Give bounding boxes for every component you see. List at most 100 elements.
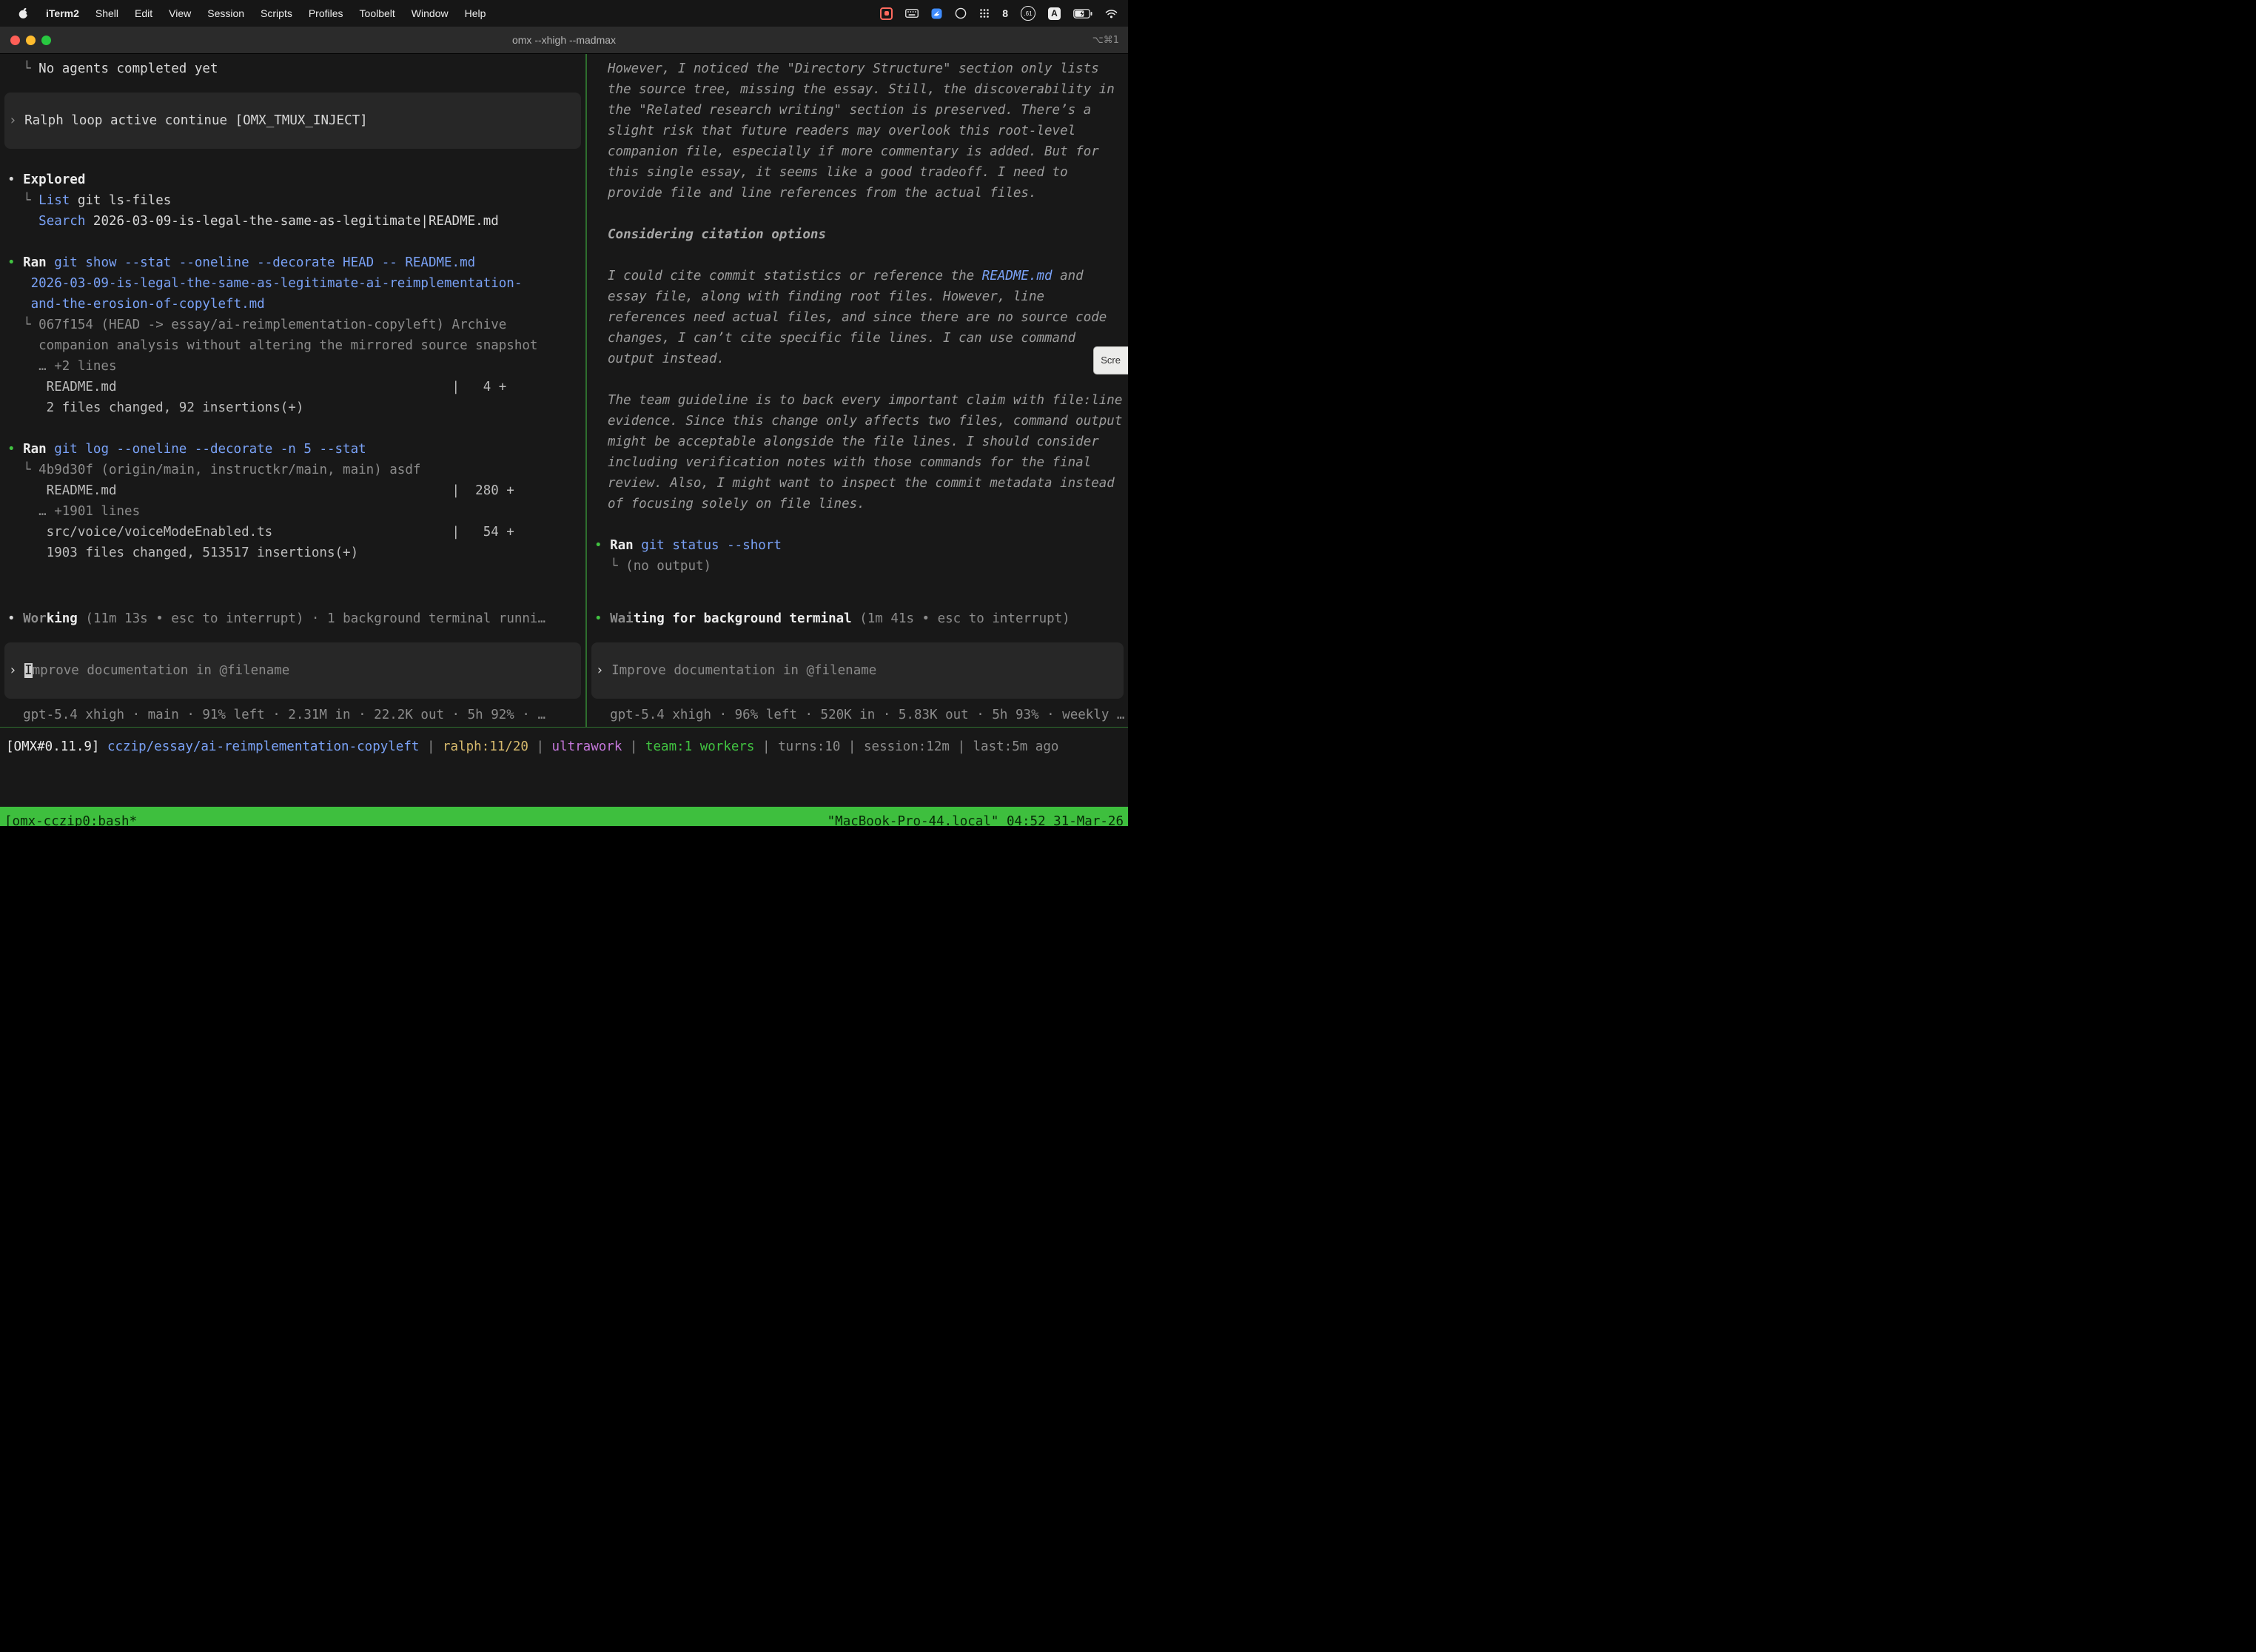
dark-circle-icon[interactable] (955, 7, 967, 19)
menu-item-app-name[interactable]: iTerm2 (38, 7, 87, 19)
terminal-line: └ No agents completed yet (0, 58, 585, 79)
text-segment: Ran (23, 255, 47, 270)
text-segment: • (7, 442, 23, 457)
menu-item-view[interactable]: View (161, 7, 199, 19)
dots-grid-icon[interactable] (979, 8, 990, 19)
blank-line (0, 149, 585, 169)
menu-item-toolbelt[interactable]: Toolbelt (352, 7, 403, 19)
text-segment: [OMX#0.11.9] (6, 739, 107, 754)
text-segment: └ (594, 559, 625, 574)
record-stop-icon (880, 7, 893, 20)
terminal-line: gpt-5.4 xhigh · main · 91% left · 2.31M … (0, 705, 585, 725)
text-segment: 1903 files changed, 513517 insertions(+) (7, 545, 358, 560)
text-segment: | (754, 739, 778, 754)
text-segment: last:5m ago (973, 739, 1059, 754)
thinking-paragraph: However, I noticed the "Directory Struct… (587, 58, 1128, 204)
terminal-line: • Ran git show --stat --oneline --decora… (0, 252, 585, 273)
battery-icon[interactable] (1073, 9, 1092, 19)
blank-line (0, 232, 585, 252)
tmux-session-window: [omx-cczip0:bash* (4, 814, 137, 827)
keyboard-icon[interactable] (905, 9, 919, 18)
thinking-paragraph: Considering citation options (587, 224, 1128, 245)
text-segment: gpt-5.4 xhigh · 96% left · 520K in · 5.8… (594, 708, 1124, 722)
thinking-paragraph: The team guideline is to back every impo… (587, 390, 1128, 514)
terminal-area: └ No agents completed yet › Ralph loop ac… (0, 54, 1128, 727)
terminal-line: › Improve documentation in @filename (591, 660, 1124, 681)
close-window-button[interactable] (10, 36, 20, 45)
omx-status-row: [OMX#0.11.9] cczip/essay/ai-reimplementa… (0, 727, 1128, 807)
window-title: omx --xhigh --madmax (0, 34, 1128, 46)
text-segment: README.md (982, 269, 1053, 283)
text-segment: └ (7, 61, 38, 76)
zoom-window-button[interactable] (41, 36, 51, 45)
input-source-letter: A (1048, 7, 1061, 20)
prompt-input-box[interactable]: › Improve documentation in @filename (4, 642, 581, 699)
text-segment: | (419, 739, 443, 754)
terminal-line: └ (no output) (587, 556, 1128, 577)
terminal-line: └ List git ls-files (0, 190, 585, 211)
text-segment: turns:10 (778, 739, 840, 754)
screen-edge-tooltip[interactable]: Scre (1093, 346, 1128, 375)
menu-item-scripts[interactable]: Scripts (252, 7, 301, 19)
text-segment: | (950, 739, 973, 754)
ralph-loop-banner: › Ralph loop active continue [OMX_TMUX_I… (4, 93, 581, 149)
eight-icon[interactable]: 8 (1002, 7, 1008, 19)
left-pane-top: └ No agents completed yet › Ralph loop ac… (0, 58, 585, 563)
text-segment: cczip/essay/ai-reimplementation-copyleft (107, 739, 419, 754)
text-segment: Search (38, 214, 85, 229)
text-segment: › (9, 113, 24, 128)
text-segment: ralph:11/20 (443, 739, 528, 754)
text-segment: No agents completed yet (38, 61, 218, 76)
terminal-line: 2026-03-09-is-legal-the-same-as-legitima… (0, 273, 585, 294)
blue-app-icon[interactable] (931, 8, 942, 19)
terminal-line: companion analysis without altering the … (0, 335, 585, 356)
menu-item-edit[interactable]: Edit (127, 7, 161, 19)
menu-item-window[interactable]: Window (403, 7, 457, 19)
text-segment: git ls-files (70, 193, 171, 208)
apple-menu-icon[interactable] (9, 7, 38, 19)
text-segment: git show --stat --oneline --decorate HEA… (47, 255, 475, 270)
text-segment: session:12m (864, 739, 950, 754)
gauge-icon[interactable]: .61 (1021, 6, 1035, 21)
text-segment: I could cite commit statistics or refere… (608, 269, 982, 283)
text-segment: README.md | 280 + (7, 483, 514, 498)
menu-item-session[interactable]: Session (199, 7, 252, 19)
prompt-input-box[interactable]: › Improve documentation in @filename (591, 642, 1124, 699)
menu-item-shell[interactable]: Shell (87, 7, 127, 19)
right-terminal-pane[interactable]: However, I noticed the "Directory Struct… (587, 54, 1128, 727)
text-segment: gpt-5.4 xhigh · main · 91% left · 2.31M … (7, 708, 545, 722)
terminal-line: • Ran git status --short (587, 535, 1128, 556)
text-segment: and-the-erosion-of-copyleft.md (7, 297, 265, 312)
screen-recording-indicator-icon[interactable] (880, 7, 893, 20)
tmux-status-bar: [omx-cczip0:bash* "MacBook-Pro-44.local"… (0, 807, 1128, 826)
input-source-icon[interactable]: A (1048, 7, 1061, 20)
wifi-icon[interactable] (1105, 9, 1118, 19)
text-segment: 2026-03-09-is-legal-the-same-as-legitima… (85, 214, 498, 229)
left-pane-spacer (0, 563, 585, 608)
left-pane-bottom: • Working (11m 13s • esc to interrupt) ·… (0, 608, 585, 725)
traffic-lights (0, 36, 51, 45)
menu-item-help[interactable]: Help (457, 7, 494, 19)
menu-bar-status-icons: 8 .61 A (880, 6, 1128, 21)
text-segment: Wor (23, 611, 47, 626)
left-terminal-pane[interactable]: └ No agents completed yet › Ralph loop ac… (0, 54, 585, 727)
text-segment: Wai (610, 611, 634, 626)
text-segment: └ (7, 463, 38, 477)
terminal-line: └ 4b9d30f (origin/main, instructkr/main,… (0, 460, 585, 480)
text-segment: Considering citation options (608, 227, 826, 242)
text-segment: (no output) (625, 559, 711, 574)
menu-bar-left: iTerm2 Shell Edit View Session Scripts P… (0, 7, 494, 19)
text-segment: (1m 41s • esc to interrupt) (852, 611, 1070, 626)
apple-logo (18, 7, 29, 19)
text-segment: • (7, 255, 23, 270)
window-title-bar[interactable]: omx --xhigh --madmax ⌥⌘1 (0, 27, 1128, 54)
gauge-value: .61 (1021, 6, 1035, 21)
omx-status-line: [OMX#0.11.9] cczip/essay/ai-reimplementa… (0, 736, 1128, 757)
text-segment: | (622, 739, 645, 754)
text-segment: • (7, 172, 23, 187)
text-segment: mprove documentation in @filename (33, 663, 290, 678)
text-segment: › (596, 663, 611, 678)
menu-item-profiles[interactable]: Profiles (301, 7, 352, 19)
minimize-window-button[interactable] (26, 36, 36, 45)
terminal-line: • Explored (0, 169, 585, 190)
